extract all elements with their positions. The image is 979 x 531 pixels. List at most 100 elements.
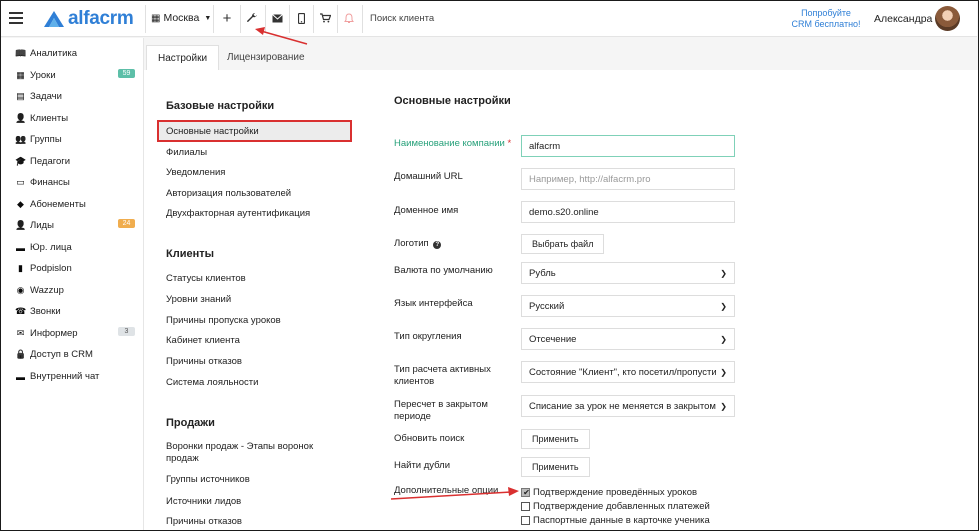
divider [145,5,146,33]
language-select[interactable]: Русский ❯ [521,295,735,317]
avatar[interactable] [935,6,960,31]
choose-file-button[interactable]: Выбрать файл [521,234,605,254]
menu-item-refusal-reasons[interactable]: Причины отказов [166,356,351,368]
sidebar-item[interactable]: ◆ Абонементы [15,199,135,210]
cart-icon[interactable] [316,9,334,27]
trial-promo-link[interactable]: Попробуйте CRM бесплатно! [790,8,862,30]
sidebar-item[interactable]: 🔒 Доступ в CRM [15,349,135,360]
chat-icon: ▬ [16,371,25,382]
bell-icon[interactable] [340,9,358,27]
option-label: Подтверждение проведённых уроков [533,487,698,498]
main-settings-form: Основные настройки Наименование компании… [364,70,978,530]
sidebar-item-label: Внутренний чат [30,371,100,382]
menu-item-lead-sources[interactable]: Источники лидов [166,496,351,508]
sidebar: 📖 Аналитика ▦ Уроки 59 ▤ Задачи 👤 Клиенты 👥 Группы… [1,38,144,530]
sidebar-item[interactable]: ▭ Финансы [15,177,135,188]
option-confirm-payments[interactable]: Подтверждение добавленных платежей [521,501,710,512]
sidebar-item[interactable]: ☎ Звонки [15,306,135,317]
home-url-input[interactable]: Например, http://alfacrm.pro [521,168,735,190]
sidebar-item-label: Лиды [30,220,54,231]
menu-item-knowledge-levels[interactable]: Уровни знаний [166,294,351,306]
client-search-input[interactable]: Поиск клиента [370,13,434,24]
mobile-icon[interactable] [292,9,310,27]
username[interactable]: Александра [874,13,932,25]
sidebar-item[interactable]: 📖 Аналитика [15,48,135,59]
menu-item-branches[interactable]: Филиалы [166,147,351,159]
page-title: Основные настройки [394,95,511,107]
sidebar-item-label: Уроки [30,70,56,81]
menu-item-source-groups[interactable]: Группы источников [166,474,351,486]
sidebar-item[interactable]: 🎓 Педагоги [15,156,135,167]
sidebar-item[interactable]: 👥 Группы [15,134,135,145]
sidebar-item-label: Wazzup [30,285,64,296]
currency-select[interactable]: Рубль ❯ [521,262,735,284]
tags-icon: ◆ [17,199,24,209]
sidebar-item[interactable]: ▮ Podpislon [15,263,135,274]
sidebar-item[interactable]: ▬ Внутренний чат [15,371,135,382]
city-select[interactable]: ▦ Москва ▼ [151,12,211,24]
refresh-search-apply-button[interactable]: Применить [521,429,590,449]
domain-input[interactable]: demo.s20.online [521,201,735,223]
company-name-label: Наименование компании * [394,138,514,150]
find-duplicates-label: Найти дубли [394,460,451,471]
tab-licensing[interactable]: Лицензирование [216,45,316,70]
wrench-icon[interactable] [243,9,261,27]
sidebar-item[interactable]: ✉ Информер 3 [15,327,135,339]
currency-value: Рубль [529,267,556,279]
option-confirm-lessons[interactable]: Подтверждение проведённых уроков [521,487,697,498]
checkbox[interactable] [521,516,530,525]
sidebar-item[interactable]: ▬ Юр. лица [15,242,135,253]
chevron-down-icon: ❯ [720,401,727,411]
book-icon: 📖 [15,48,27,58]
sidebar-item[interactable]: ▤ Задачи [15,91,135,102]
help-icon[interactable]: ? [433,241,442,249]
sidebar-item[interactable]: 👤 Клиенты [15,113,135,124]
menu-item-client-cabinet[interactable]: Кабинет клиента [166,335,351,347]
domain-label: Доменное имя [394,205,459,216]
sidebar-item[interactable]: ◉ Wazzup [15,285,135,296]
language-label: Язык интерфейса [394,298,473,309]
sidebar-item-label: Группы [30,134,62,145]
menu-item-notifications[interactable]: Уведомления [166,167,351,179]
option-passport-data[interactable]: Паспортные данные в карточке ученика [521,515,710,526]
rounding-select[interactable]: Отсечение ❯ [521,328,735,350]
required-mark: * [507,138,512,149]
menu-icon[interactable] [9,12,23,24]
rounding-label: Тип округления [394,331,462,342]
logo-text: alfacrm [68,8,134,29]
menu-item-client-statuses[interactable]: Статусы клиентов [166,273,351,285]
divider [213,5,214,33]
user-icon: 👤 [15,113,27,123]
users-icon: 👥 [15,134,27,144]
sidebar-item[interactable]: 👤 Лиды 24 [15,219,135,231]
checkbox-checked[interactable] [521,488,531,497]
mail-icon[interactable] [268,9,286,27]
company-name-label-text: Наименование компании [394,138,505,149]
menu-item-sales-refusal-reasons[interactable]: Причины отказов [166,516,351,528]
find-duplicates-apply-button[interactable]: Применить [521,457,590,477]
active-clients-calc-select[interactable]: Состояние "Клиент", кто посетил/пропусти… [521,361,735,383]
closed-period-recalc-select[interactable]: Списание за урок не меняется в закрытом … [521,395,735,417]
envelope-icon: ✉ [16,328,25,338]
checkbox[interactable] [521,502,530,511]
clipboard-icon: ▤ [16,91,25,101]
closed-period-recalc-value: Списание за урок не меняется в закрытом [529,400,716,412]
menu-item-2fa[interactable]: Двухфакторная аутентификация [166,208,351,220]
menu-item-loyalty[interactable]: Система лояльности [166,377,351,389]
tab-settings[interactable]: Настройки [146,45,220,70]
closed-period-recalc-label: Пересчет в закрытом периоде [394,399,488,422]
money-icon: ▭ [16,177,25,187]
chevron-down-icon: ❯ [720,367,727,377]
menu-item-main-settings[interactable]: Основные настройки [166,126,351,138]
add-icon[interactable]: + [218,9,236,27]
divider [265,5,266,33]
app-window: alfacrm ▦ Москва ▼ + Поиск клиента Попро… [0,0,979,531]
menu-item-sales-funnels[interactable]: Воронки продаж - Этапы воронок продаж [166,441,326,465]
sidebar-item[interactable]: ▦ Уроки 59 [15,69,135,81]
logo[interactable]: alfacrm [43,8,134,29]
company-name-input[interactable]: alfacrm [521,135,735,157]
user-plus-icon: 👤 [15,220,27,230]
file-icon: ▮ [18,263,23,273]
menu-item-user-auth[interactable]: Авторизация пользователей [166,188,351,200]
menu-item-absence-reasons[interactable]: Причины пропуска уроков [166,315,351,327]
